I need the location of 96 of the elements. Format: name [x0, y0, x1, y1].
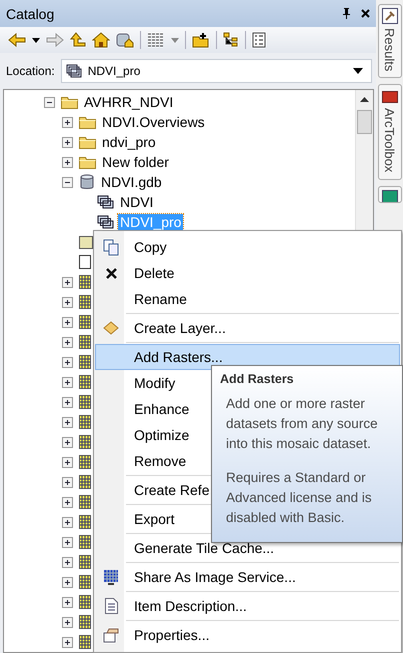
tree-item[interactable]: NDVI [118, 194, 156, 210]
expander-icon[interactable] [62, 596, 73, 608]
raster-icon [79, 554, 93, 570]
location-label: Location: [6, 64, 55, 78]
raster-icon [79, 374, 93, 390]
script-icon [79, 255, 91, 269]
raster-grid-icon [66, 64, 82, 78]
expander-icon[interactable] [62, 156, 73, 168]
delete-icon [106, 268, 116, 278]
expander-icon[interactable] [62, 136, 73, 148]
tree-item[interactable]: NDVI.Overviews [100, 114, 207, 130]
hand-card-icon [102, 628, 120, 642]
menu-item[interactable]: Delete [95, 260, 400, 286]
forward-arrow-icon[interactable] [46, 33, 64, 47]
expander-icon[interactable] [62, 436, 73, 448]
menu-item[interactable]: Properties... [95, 622, 400, 648]
up-arrow-icon[interactable] [70, 32, 86, 48]
expander-icon[interactable] [62, 116, 73, 128]
details-icon[interactable] [252, 32, 266, 48]
tooltip-title: Add Rasters [220, 372, 295, 386]
tree-item[interactable]: New folder [100, 154, 171, 170]
raster-icon [79, 494, 93, 510]
menu-item[interactable]: Copy [95, 234, 400, 260]
side-tab[interactable]: ArcToolbox [378, 84, 402, 180]
pin-icon[interactable] [342, 8, 351, 19]
expander-icon[interactable] [62, 576, 73, 588]
expander-icon[interactable] [62, 356, 73, 368]
tooltip-text: Requires a Standard or Advanced license and is disabled with Basic. [226, 469, 373, 527]
raster-icon [79, 634, 93, 650]
document-icon [104, 598, 118, 614]
tree-item[interactable]: NDVI.gdb [99, 174, 164, 190]
list-view-icon[interactable] [147, 33, 165, 47]
tree-item[interactable]: ndvi_pro [100, 134, 158, 150]
raster-grid-icon [97, 215, 114, 229]
raster-icon [79, 434, 93, 450]
menu-item[interactable]: Share As Image Service... [95, 564, 400, 590]
dropdown-icon[interactable] [32, 38, 40, 42]
raster-icon [79, 614, 93, 630]
tooltip-text: Add one or more raster datasets from any source into this mosaic dataset. [226, 395, 379, 453]
expander-icon[interactable] [62, 456, 73, 468]
copy-icon [103, 238, 119, 256]
folder-icon [79, 135, 96, 149]
expander-icon[interactable] [62, 396, 73, 408]
raster-icon [79, 574, 93, 590]
raster-grid-icon [97, 195, 114, 209]
scroll-thumb[interactable] [357, 110, 372, 134]
expander-icon[interactable] [62, 636, 73, 648]
menu-item[interactable]: Create Layer... [95, 315, 400, 341]
database-icon [79, 174, 95, 190]
folder-icon [79, 115, 96, 129]
raster-icon [79, 454, 93, 470]
side-tab[interactable]: Results [378, 4, 402, 78]
back-arrow-icon[interactable] [8, 33, 26, 47]
dropdown-icon[interactable] [353, 68, 363, 74]
raster-icon [79, 294, 93, 310]
raster-icon [79, 334, 93, 350]
expander-icon[interactable] [62, 376, 73, 388]
raster-icon [79, 314, 93, 330]
folder-icon [61, 95, 78, 109]
menu-item[interactable]: Item Description... [95, 593, 400, 619]
expander-icon[interactable] [62, 336, 73, 348]
expander-icon[interactable] [62, 516, 73, 528]
raster-icon [79, 594, 93, 610]
raster-icon [79, 474, 93, 490]
expander-icon[interactable] [62, 556, 73, 568]
new-folder-icon[interactable] [192, 32, 210, 48]
expander-icon[interactable] [62, 276, 73, 288]
raster-icon [79, 354, 93, 370]
expander-icon[interactable] [62, 476, 73, 488]
side-tab[interactable] [378, 186, 402, 203]
expander-icon[interactable] [62, 536, 73, 548]
expander-icon[interactable] [62, 296, 73, 308]
tree-view-icon[interactable] [223, 32, 239, 48]
home-icon[interactable] [92, 32, 110, 48]
grid-monitor-icon [103, 568, 119, 586]
close-icon[interactable] [361, 9, 370, 18]
raster-icon [79, 394, 93, 410]
raster-icon [79, 534, 93, 550]
scroll-up-icon[interactable] [360, 97, 369, 102]
raster-icon [79, 414, 93, 430]
expander-icon[interactable] [62, 416, 73, 428]
expander-icon[interactable] [62, 496, 73, 508]
hammer-icon [382, 8, 398, 24]
expander-icon[interactable] [44, 96, 55, 108]
folder-icon [79, 155, 96, 169]
expander-icon[interactable] [62, 316, 73, 328]
location-field[interactable]: NDVI_pro [60, 59, 372, 83]
table-icon [382, 190, 398, 202]
expander-icon[interactable] [62, 616, 73, 628]
menu-item[interactable]: Rename [95, 286, 400, 312]
expander-icon[interactable] [62, 176, 73, 188]
panel-title: Catalog [6, 6, 56, 22]
raster-icon [79, 274, 93, 290]
diamond-icon [103, 321, 119, 335]
raster-icon [79, 514, 93, 530]
tree-item[interactable]: AVHRR_NDVI [82, 94, 176, 110]
